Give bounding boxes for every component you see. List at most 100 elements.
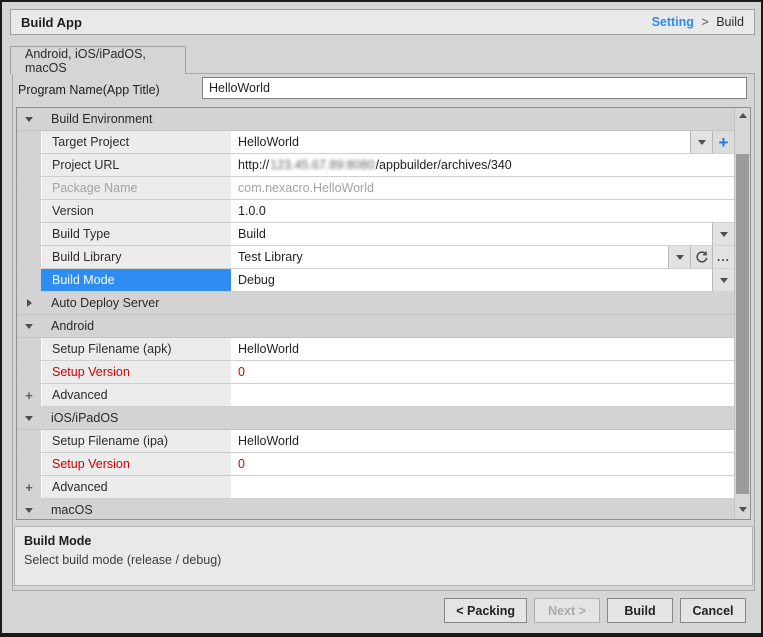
property-value-version-4[interactable]: 1.0.0 (231, 200, 734, 222)
property-value-advanced-16[interactable] (231, 476, 734, 498)
packing-button[interactable]: < Packing (444, 598, 527, 623)
property-row-build-type-5[interactable]: Build TypeBuild (17, 223, 734, 246)
scroll-up-button[interactable] (735, 108, 750, 123)
property-value-cell: com.nexacro.HelloWorld (231, 177, 734, 199)
property-value-cell: 1.0.0 (231, 200, 734, 222)
scroll-down-button[interactable] (735, 502, 750, 517)
breadcrumb-setting-link[interactable]: Setting (652, 15, 694, 29)
section-label: iOS/iPadOS (41, 407, 734, 429)
property-value-cell: HelloWorld (231, 338, 734, 360)
property-value-package-name-3[interactable]: com.nexacro.HelloWorld (231, 177, 734, 199)
cancel-button[interactable]: Cancel (680, 598, 746, 623)
target-project-dropdown-button[interactable] (690, 131, 712, 153)
section-label: Build Environment (41, 108, 734, 130)
url-redacted-host: 123.45.67.89:8080 (270, 158, 374, 172)
expander-cell (17, 453, 41, 475)
expander-cell[interactable] (17, 407, 41, 429)
property-row-setup-version-15[interactable]: Setup Version0 (17, 453, 734, 476)
property-value-setup-version-15[interactable]: 0 (231, 453, 734, 475)
property-value-build-library-6[interactable]: Test Library (231, 246, 668, 268)
url-prefix: http:// (238, 158, 269, 172)
property-row-target-project-1[interactable]: Target ProjectHelloWorld + (17, 131, 734, 154)
property-value-cell: http://123.45.67.89:8080/appbuilder/arch… (231, 154, 734, 176)
expander-cell (17, 177, 41, 199)
property-label-version-4: Version (41, 200, 231, 222)
property-value-cell: Test Library... (231, 246, 734, 268)
property-row-setup-filename-ipa-14[interactable]: Setup Filename (ipa)HelloWorld (17, 430, 734, 453)
expander-cell[interactable] (17, 108, 41, 130)
expander-cell[interactable]: + (17, 476, 41, 498)
build-button[interactable]: Build (607, 598, 673, 623)
build-library-refresh-button[interactable] (690, 246, 712, 268)
property-value-target-project-1[interactable]: HelloWorld (231, 131, 690, 153)
section-row-ios-ipados-13[interactable]: iOS/iPadOS (17, 407, 734, 430)
scroll-thumb[interactable] (736, 154, 749, 494)
chevron-down-icon (720, 232, 728, 237)
property-value-setup-filename-ipa-14[interactable]: HelloWorld (231, 430, 734, 452)
property-value-setup-filename-apk-10[interactable]: HelloWorld (231, 338, 734, 360)
expander-cell[interactable] (17, 499, 41, 519)
property-label-setup-version-15: Setup Version (41, 453, 231, 475)
property-value-cell (231, 476, 734, 498)
grid-scrollbar[interactable] (734, 108, 750, 519)
next-button[interactable]: Next > (534, 598, 600, 623)
breadcrumb-separator: > (701, 15, 708, 29)
chevron-down-icon (720, 278, 728, 283)
property-value-project-url-2[interactable]: http://123.45.67.89:8080/appbuilder/arch… (231, 154, 734, 176)
footer-buttons: < Packing Next > Build Cancel (444, 598, 746, 623)
program-name-input[interactable] (202, 77, 747, 99)
property-label-target-project-1: Target Project (41, 131, 231, 153)
property-label-build-type-5: Build Type (41, 223, 231, 245)
expander-cell (17, 361, 41, 383)
section-row-build-environment-0[interactable]: Build Environment (17, 108, 734, 131)
property-label-advanced-16: Advanced (41, 476, 231, 498)
build-library-dropdown-button[interactable] (668, 246, 690, 268)
property-row-advanced-16[interactable]: +Advanced (17, 476, 734, 499)
property-value-cell (231, 384, 734, 406)
property-row-advanced-12[interactable]: +Advanced (17, 384, 734, 407)
property-value-advanced-12[interactable] (231, 384, 734, 406)
property-value-build-mode-7[interactable]: Debug (231, 269, 712, 291)
expander-cell[interactable] (17, 315, 41, 337)
build-mode-dropdown-button[interactable] (712, 269, 734, 291)
section-row-android-9[interactable]: Android (17, 315, 734, 338)
section-row-macos-17[interactable]: macOS (17, 499, 734, 519)
property-grid: Build EnvironmentTarget ProjectHelloWorl… (16, 107, 751, 520)
expander-cell (17, 131, 41, 153)
section-row-auto-deploy-server-8[interactable]: Auto Deploy Server (17, 292, 734, 315)
property-row-setup-filename-apk-10[interactable]: Setup Filename (apk)HelloWorld (17, 338, 734, 361)
expander-cell (17, 200, 41, 222)
grid-rows: Build EnvironmentTarget ProjectHelloWorl… (17, 108, 734, 519)
property-label-build-mode-7: Build Mode (41, 269, 231, 291)
tab-android-ios-ipados-macos[interactable]: Android, iOS/iPadOS, macOS (10, 46, 186, 74)
property-value-setup-version-11[interactable]: 0 (231, 361, 734, 383)
property-row-setup-version-11[interactable]: Setup Version0 (17, 361, 734, 384)
collapse-icon (25, 416, 33, 421)
ellipsis-icon: ... (717, 250, 730, 264)
target-project-add-button[interactable]: + (712, 131, 734, 153)
expander-cell (17, 338, 41, 360)
expander-cell (17, 223, 41, 245)
dialog-title: Build App (21, 15, 82, 30)
build-type-dropdown-button[interactable] (712, 223, 734, 245)
property-row-project-url-2[interactable]: Project URLhttp://123.45.67.89:8080/appb… (17, 154, 734, 177)
property-value-cell: Build (231, 223, 734, 245)
expander-cell (17, 154, 41, 176)
expander-cell (17, 246, 41, 268)
property-row-build-library-6[interactable]: Build LibraryTest Library... (17, 246, 734, 269)
expander-cell (17, 430, 41, 452)
expander-cell[interactable]: + (17, 384, 41, 406)
property-label-setup-version-11: Setup Version (41, 361, 231, 383)
expander-cell[interactable] (17, 292, 41, 314)
property-value-cell: Debug (231, 269, 734, 291)
expand-plus-icon: + (25, 389, 33, 402)
plus-icon: + (719, 134, 729, 151)
property-row-version-4[interactable]: Version1.0.0 (17, 200, 734, 223)
scroll-down-icon (739, 507, 747, 512)
build-library-more-button[interactable]: ... (712, 246, 734, 268)
property-value-build-type-5[interactable]: Build (231, 223, 712, 245)
breadcrumb-current: Build (716, 15, 744, 29)
section-label: Auto Deploy Server (41, 292, 734, 314)
property-row-package-name-3[interactable]: Package Namecom.nexacro.HelloWorld (17, 177, 734, 200)
property-row-build-mode-7[interactable]: Build ModeDebug (17, 269, 734, 292)
